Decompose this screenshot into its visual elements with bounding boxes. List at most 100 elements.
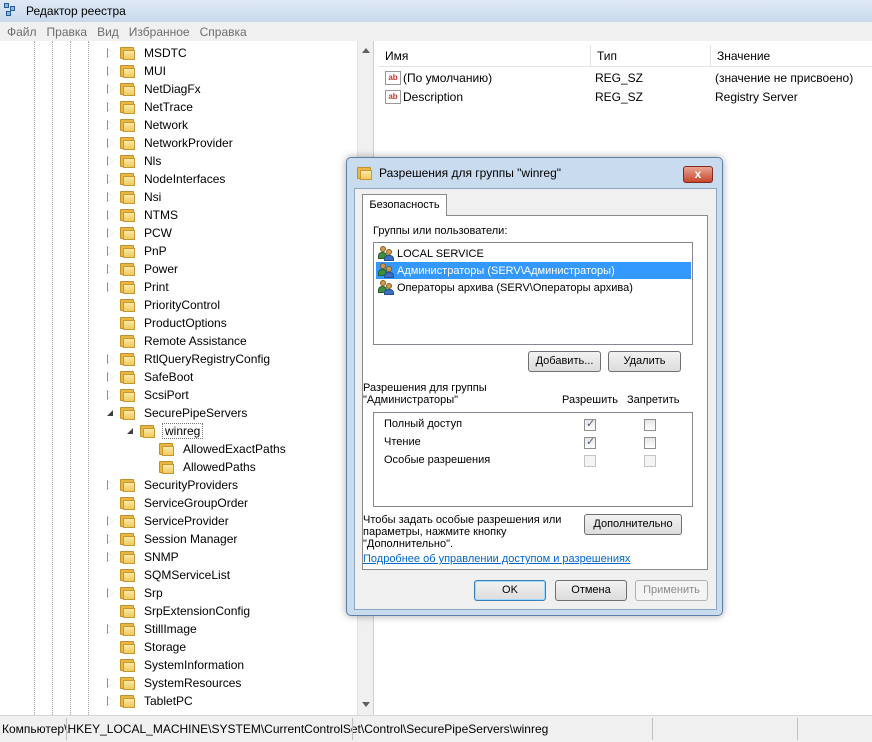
- tree-node[interactable]: SrpExtensionConfig: [106, 602, 252, 620]
- tree-node[interactable]: winreg: [126, 422, 204, 440]
- collapse-arrow-icon[interactable]: [106, 404, 116, 422]
- expand-arrow-icon[interactable]: [106, 116, 116, 134]
- tree-node[interactable]: MUI: [106, 62, 168, 80]
- expand-arrow-icon[interactable]: [106, 242, 116, 260]
- expand-arrow-icon[interactable]: [106, 674, 116, 692]
- tree-node[interactable]: MSDTC: [106, 44, 189, 62]
- expand-arrow-icon[interactable]: [106, 170, 116, 188]
- folder-icon: [120, 46, 136, 60]
- expand-arrow-icon[interactable]: [106, 530, 116, 548]
- tree-node[interactable]: NTMS: [106, 206, 180, 224]
- deny-read-checkbox[interactable]: [644, 437, 656, 449]
- tree-node[interactable]: AllowedExactPaths: [145, 440, 288, 458]
- permission-name: Полный доступ: [384, 418, 463, 430]
- expand-arrow-icon[interactable]: [106, 548, 116, 566]
- expand-arrow-icon[interactable]: [106, 80, 116, 98]
- tree-node[interactable]: Srp: [106, 584, 165, 602]
- tree-node[interactable]: AllowedPaths: [145, 458, 258, 476]
- expand-arrow-icon[interactable]: [106, 386, 116, 404]
- cancel-button[interactable]: Отмена: [555, 580, 627, 601]
- collapse-arrow-icon[interactable]: [126, 422, 136, 440]
- remove-button[interactable]: Удалить: [608, 351, 681, 372]
- menu-help[interactable]: Справка: [195, 25, 252, 39]
- tree-node[interactable]: PCW: [106, 224, 174, 242]
- expand-arrow-icon[interactable]: [106, 260, 116, 278]
- tree-node[interactable]: NodeInterfaces: [106, 170, 227, 188]
- expand-arrow-icon[interactable]: [106, 152, 116, 170]
- allow-read-checkbox[interactable]: [584, 435, 596, 449]
- expand-arrow-icon[interactable]: [106, 692, 116, 710]
- scroll-up-icon[interactable]: [362, 48, 370, 53]
- tree-node[interactable]: SystemResources: [106, 674, 243, 692]
- tree-node[interactable]: TabletPC: [106, 692, 195, 710]
- tree-node[interactable]: ServiceProvider: [106, 512, 231, 530]
- expand-arrow-icon[interactable]: [106, 368, 116, 386]
- tree-node[interactable]: SecurePipeServers: [106, 404, 249, 422]
- expand-arrow-icon[interactable]: [106, 62, 116, 80]
- tree-node[interactable]: ServiceGroupOrder: [106, 494, 250, 512]
- tree-node[interactable]: ProductOptions: [106, 314, 229, 332]
- tree-node[interactable]: SafeBoot: [106, 368, 195, 386]
- user-item-local-service[interactable]: LOCAL SERVICE: [376, 245, 691, 262]
- expand-arrow-icon[interactable]: [106, 350, 116, 368]
- tree-node[interactable]: Power: [106, 260, 180, 278]
- users-list[interactable]: LOCAL SERVICE Администраторы (SERV\Админ…: [373, 242, 693, 345]
- ok-button[interactable]: OK: [474, 580, 546, 601]
- tree-node[interactable]: Storage: [106, 638, 188, 656]
- menu-file[interactable]: Файл: [2, 25, 42, 39]
- expand-arrow-icon[interactable]: [106, 278, 116, 296]
- tree-node[interactable]: NetDiagFx: [106, 80, 203, 98]
- tree-node[interactable]: PriorityControl: [106, 296, 222, 314]
- folder-icon: [120, 154, 136, 168]
- column-value[interactable]: Значение: [711, 45, 872, 67]
- expand-arrow-icon[interactable]: [106, 44, 116, 62]
- menu-view[interactable]: Вид: [92, 25, 124, 39]
- expand-arrow-icon[interactable]: [106, 206, 116, 224]
- expand-arrow-icon[interactable]: [106, 476, 116, 494]
- column-type[interactable]: Тип: [591, 45, 711, 67]
- tree-node[interactable]: StillImage: [106, 620, 199, 638]
- tree-node[interactable]: SNMP: [106, 548, 181, 566]
- expand-arrow-icon[interactable]: [106, 224, 116, 242]
- tree-node[interactable]: Nsi: [106, 188, 163, 206]
- tree-node[interactable]: Remote Assistance: [106, 332, 249, 350]
- list-row[interactable]: ab (По умолчанию) REG_SZ (значение не при…: [379, 68, 872, 87]
- menu-favorites[interactable]: Избранное: [124, 25, 195, 39]
- tree-node[interactable]: Print: [106, 278, 171, 296]
- user-item-administrators[interactable]: Администраторы (SERV\Администраторы): [376, 262, 691, 279]
- tree-node[interactable]: SystemInformation: [106, 656, 246, 674]
- tree-node-label: ServiceProvider: [144, 514, 229, 528]
- menu-edit[interactable]: Правка: [42, 25, 93, 39]
- users-icon: [378, 263, 394, 278]
- tree-node[interactable]: NetworkProvider: [106, 134, 235, 152]
- access-control-help-link[interactable]: Подробнее об управлении доступом и разре…: [363, 553, 630, 565]
- user-item-backup-operators[interactable]: Операторы архива (SERV\Операторы архива): [376, 279, 691, 296]
- scroll-down-icon[interactable]: [362, 702, 370, 707]
- tree-node[interactable]: SecurityProviders: [106, 476, 240, 494]
- list-row[interactable]: ab Description REG_SZ Registry Server: [379, 87, 872, 106]
- tree-node[interactable]: RtlQueryRegistryConfig: [106, 350, 272, 368]
- expand-arrow-icon[interactable]: [106, 512, 116, 530]
- expand-arrow-icon[interactable]: [106, 584, 116, 602]
- tree-node[interactable]: Session Manager: [106, 530, 239, 548]
- tree-node[interactable]: SQMServiceList: [106, 566, 232, 584]
- deny-full-control-checkbox[interactable]: [644, 419, 656, 431]
- allow-full-control-checkbox[interactable]: [584, 417, 596, 431]
- folder-icon: [357, 166, 373, 180]
- expand-arrow-icon[interactable]: [106, 188, 116, 206]
- column-name[interactable]: Имя: [379, 45, 591, 67]
- advanced-button[interactable]: Дополнительно: [584, 514, 682, 535]
- registry-tree[interactable]: MSDTC MUI NetDiagFx NetTrace Network NetworkP…: [0, 41, 374, 715]
- tab-security[interactable]: Безопасность: [362, 194, 447, 216]
- tree-node[interactable]: ScsiPort: [106, 386, 191, 404]
- tree-node[interactable]: NetTrace: [106, 98, 195, 116]
- close-button[interactable]: x: [683, 166, 713, 183]
- tree-node[interactable]: PnP: [106, 242, 169, 260]
- expand-arrow-icon[interactable]: [106, 620, 116, 638]
- expand-arrow-icon[interactable]: [106, 98, 116, 116]
- tree-node[interactable]: Network: [106, 116, 190, 134]
- tree-node[interactable]: Nls: [106, 152, 163, 170]
- expand-arrow-icon[interactable]: [106, 134, 116, 152]
- dialog-title-bar[interactable]: Разрешения для группы "winreg": [347, 158, 722, 188]
- add-button[interactable]: Добавить...: [528, 351, 601, 372]
